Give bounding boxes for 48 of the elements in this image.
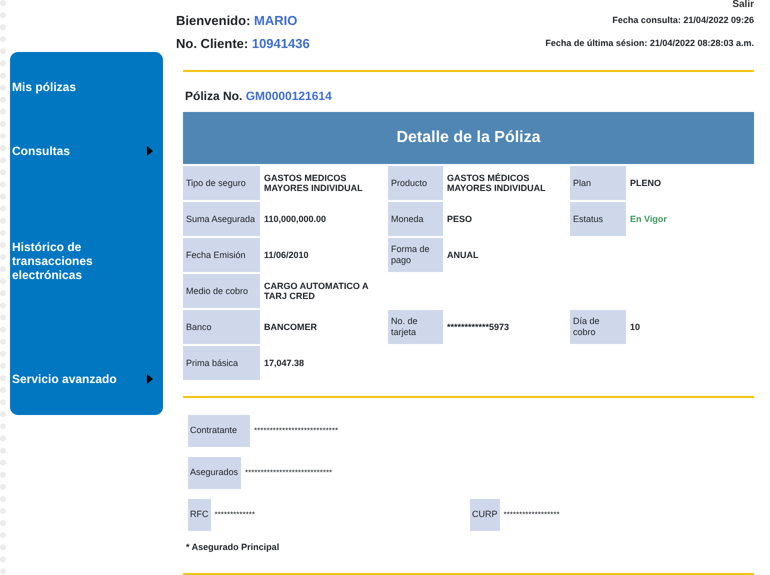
field-label: Suma Asegurada [183,202,260,236]
policy-number-text: Póliza No. GM0000121614 [185,88,333,105]
sidebar-item[interactable]: Consultas [12,144,163,158]
field-value: BANCOMER [263,321,318,334]
field-value: 10 [629,321,642,334]
field-value: 110,000,000.00 [263,213,328,226]
field-value: ************* [214,509,256,521]
field-label: Medio de cobro [183,274,260,308]
field-label: Fecha Emisión [183,238,260,272]
field-label: Contratante [188,415,250,447]
welcome-text: Bienvenido: MARIO [176,12,298,30]
field-value: ****************** [502,509,561,521]
logout-link[interactable]: Salir [732,0,754,10]
field-label: Tipo de seguro [183,166,260,200]
field-label: CURP [470,499,500,531]
field-value: **************************** [244,467,334,479]
sidebar-item[interactable]: Mis pólizas [12,80,163,94]
submenu-arrow-icon [147,374,153,384]
field-label: No. de tarjeta [388,310,443,344]
field-label: Banco [183,310,260,344]
field-label: Moneda [388,202,443,236]
submenu-arrow-icon [147,146,153,156]
field-label: Estatus [570,202,626,236]
detail-title-bar: Detalle de la Póliza [183,112,754,164]
sidebar-item[interactable]: Histórico de transacciones electrónicas [12,240,163,282]
sidebar-item[interactable]: Servicio avanzado [12,372,163,386]
field-value: GASTOS MEDICOS MAYORES INDIVIDUAL [263,172,364,195]
field-label: Día de cobro [570,310,626,344]
footnote-text: * Asegurado Principal [186,541,280,554]
query-date-text: Fecha consulta: 21/04/2022 09:26 [612,14,754,27]
field-value: ************5973 [446,321,510,334]
field-label: Asegurados [188,457,241,489]
field-label: Forma de pago [388,238,443,272]
field-label: Plan [570,166,626,200]
field-value: 11/06/2010 [263,249,310,262]
field-value: ANUAL [446,249,480,262]
field-value: 17,047.38 [263,357,306,370]
field-label: Producto [388,166,443,200]
field-value: GASTOS MÉDICOS MAYORES INDIVIDUAL [446,172,547,195]
last-session-text: Fecha de última sésion: 21/04/2022 08:28:03 a.m. [545,36,754,50]
client-number-text: No. Cliente: 10941436 [176,34,310,52]
field-label: RFC [188,499,210,531]
field-value: CARGO AUTOMATICO A TARJ CRED [263,280,370,303]
field-value: PESO [446,213,474,226]
status-value: En Vigor [629,213,668,226]
field-value: PLENO [629,177,662,190]
field-value: *************************** [253,425,340,437]
field-label: Prima básica [183,346,260,380]
